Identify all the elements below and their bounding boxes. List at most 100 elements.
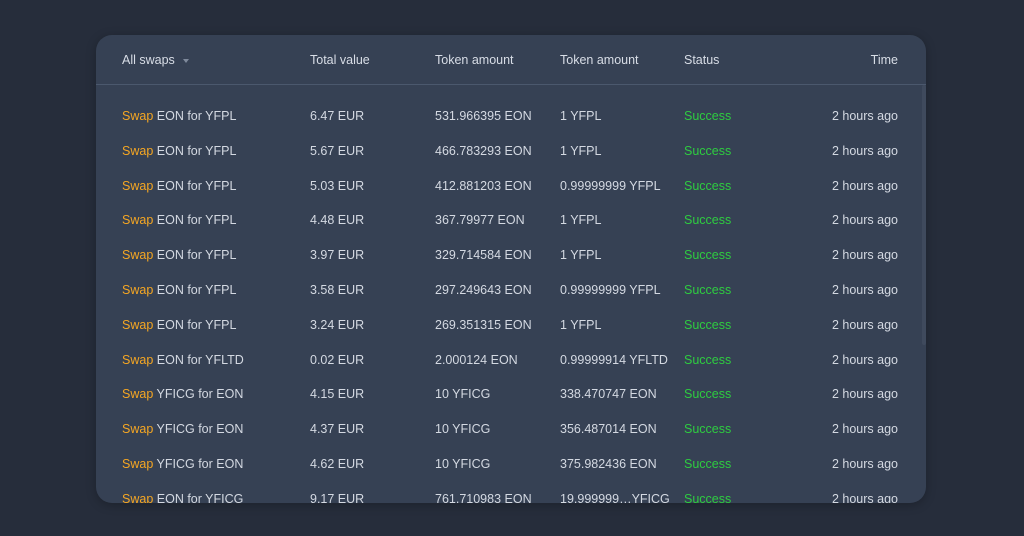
- swap-pair: YFICG for EON: [156, 456, 244, 471]
- table-row[interactable]: Swap EON for YFPL 4.48 EUR 367.79977 EON 1 …: [96, 202, 926, 237]
- status-badge: Success: [684, 109, 732, 123]
- status-badge: Success: [684, 317, 732, 332]
- token-amount-out: 1 YFPL: [560, 317, 602, 332]
- total-value: 3.97 EUR: [310, 248, 365, 263]
- status-badge: Success: [684, 456, 732, 471]
- total-value: 9.17 EUR: [310, 491, 365, 503]
- table-row[interactable]: Swap EON for YFPL 3.58 EUR 297.249643 EON 0…: [96, 272, 926, 307]
- swap-link[interactable]: Swap: [122, 283, 153, 297]
- timestamp: 2 hours ago: [831, 213, 898, 228]
- total-value: 6.47 EUR: [310, 109, 365, 123]
- table-row[interactable]: Swap EON for YFPL 5.03 EUR 412.881203 EON 0…: [96, 168, 926, 203]
- swap-pair: EON for YFPL: [156, 178, 237, 193]
- swap-description[interactable]: Swap YFICG for EON: [122, 387, 243, 401]
- swap-description[interactable]: Swap EON for YFPL: [122, 109, 236, 123]
- total-value: 5.03 EUR: [310, 178, 365, 193]
- swap-link[interactable]: Swap: [122, 248, 153, 262]
- swap-link[interactable]: Swap: [122, 318, 153, 332]
- swap-link[interactable]: Swap: [122, 144, 153, 158]
- token-amount-out: 375.982436 EON: [560, 456, 657, 471]
- table-row[interactable]: Swap YFICG for EON 4.62 EUR 10 YFICG 375.98…: [96, 446, 926, 481]
- token-amount-out: 1 YFPL: [560, 109, 602, 123]
- token-amount-in: 329.714584 EON: [435, 248, 532, 263]
- table-row[interactable]: Swap EON for YFPL 3.97 EUR 329.714584 EON 1…: [96, 237, 926, 272]
- timestamp: 2 hours ago: [831, 387, 898, 402]
- status-badge: Success: [684, 491, 732, 503]
- table-row[interactable]: Swap EON for YFPL 3.24 EUR 269.351315 EON 1…: [96, 307, 926, 342]
- swap-pair: EON for YFPL: [156, 109, 237, 123]
- swap-link[interactable]: Swap: [122, 179, 153, 193]
- swap-description[interactable]: Swap EON for YFICG: [122, 492, 243, 503]
- swap-pair: YFICG for EON: [156, 387, 244, 402]
- table-row[interactable]: Swap EON for YFPL 5.67 EUR 466.783293 EON 1…: [96, 133, 926, 168]
- total-value: 4.48 EUR: [310, 213, 365, 228]
- token-amount-out: 338.470747 EON: [560, 387, 657, 402]
- swap-description[interactable]: Swap EON for YFPL: [122, 179, 236, 193]
- token-amount-out: 0.99999999 YFPL: [560, 178, 661, 193]
- swaps-panel: All swaps Total value Token amount Token…: [96, 35, 926, 503]
- timestamp: 2 hours ago: [831, 143, 898, 158]
- swap-description[interactable]: Swap EON for YFLTD: [122, 353, 244, 367]
- total-value: 5.67 EUR: [310, 143, 365, 158]
- table-row[interactable]: Swap EON for YFPL 6.47 EUR 531.966395 EON 1…: [96, 98, 926, 133]
- header-token-amount-in: Token amount: [435, 53, 514, 67]
- table-row[interactable]: Swap YFICG for EON 4.15 EUR 10 YFICG 338.47…: [96, 376, 926, 411]
- header-total-value: Total value: [310, 53, 370, 67]
- token-amount-out: 0.99999914 YFLTD: [560, 352, 668, 367]
- token-amount-in: 412.881203 EON: [435, 178, 532, 193]
- token-amount-in: 466.783293 EON: [435, 143, 532, 158]
- token-amount-out: 1 YFPL: [560, 248, 602, 263]
- swap-link[interactable]: Swap: [122, 109, 153, 123]
- status-badge: Success: [684, 422, 732, 437]
- swap-pair: EON for YFICG: [156, 491, 244, 503]
- swap-description[interactable]: Swap YFICG for EON: [122, 457, 243, 471]
- swap-link[interactable]: Swap: [122, 492, 153, 503]
- swap-pair: YFICG for EON: [156, 422, 244, 437]
- timestamp: 2 hours ago: [831, 352, 898, 367]
- timestamp: 2 hours ago: [831, 317, 898, 332]
- table-row[interactable]: Swap EON for YFLTD 0.02 EUR 2.000124 EON 0.…: [96, 342, 926, 377]
- table-row[interactable]: Swap YFICG for EON 4.37 EUR 10 YFICG 356.48…: [96, 411, 926, 446]
- timestamp: 2 hours ago: [831, 282, 898, 297]
- swap-pair: EON for YFPL: [156, 213, 237, 228]
- swap-link[interactable]: Swap: [122, 422, 153, 436]
- swap-description[interactable]: Swap EON for YFPL: [122, 283, 236, 297]
- total-value: 4.37 EUR: [310, 422, 365, 437]
- swap-description[interactable]: Swap EON for YFPL: [122, 213, 236, 227]
- total-value: 3.58 EUR: [310, 282, 365, 297]
- scrollbar[interactable]: [922, 85, 926, 345]
- swap-link[interactable]: Swap: [122, 457, 153, 471]
- status-badge: Success: [684, 178, 732, 193]
- swap-description[interactable]: Swap EON for YFPL: [122, 318, 236, 332]
- token-amount-in: 10 YFICG: [435, 456, 491, 471]
- swap-link[interactable]: Swap: [122, 213, 153, 227]
- token-amount-in: 367.79977 EON: [435, 213, 525, 228]
- swaps-list[interactable]: Swap EON for YFPL 6.47 EUR 531.966395 EON 1…: [96, 98, 926, 503]
- swap-filter-dropdown[interactable]: All swaps: [122, 53, 189, 67]
- token-amount-out: 1 YFPL: [560, 143, 602, 158]
- total-value: 4.15 EUR: [310, 387, 365, 402]
- timestamp: 2 hours ago: [831, 248, 898, 263]
- swap-link[interactable]: Swap: [122, 353, 153, 367]
- table-header: All swaps Total value Token amount Token…: [96, 35, 926, 85]
- token-amount-in: 2.000124 EON: [435, 352, 518, 367]
- token-amount-out: 356.487014 EON: [560, 422, 657, 437]
- swap-pair: EON for YFPL: [156, 143, 237, 158]
- caret-down-icon: [182, 58, 189, 63]
- swap-filter-label: All swaps: [122, 53, 175, 67]
- swap-link[interactable]: Swap: [122, 387, 153, 401]
- table-row[interactable]: Swap EON for YFICG 9.17 EUR 761.710983 EON…: [96, 481, 926, 503]
- token-amount-in: 531.966395 EON: [435, 109, 532, 123]
- swap-description[interactable]: Swap EON for YFPL: [122, 144, 236, 158]
- swap-pair: EON for YFPL: [156, 282, 237, 297]
- token-amount-out: 0.99999999 YFPL: [560, 282, 661, 297]
- swap-description[interactable]: Swap YFICG for EON: [122, 422, 243, 436]
- token-amount-in: 269.351315 EON: [435, 317, 532, 332]
- token-amount-out: 1 YFPL: [560, 213, 602, 228]
- swap-pair: EON for YFPL: [156, 317, 237, 332]
- timestamp: 2 hours ago: [831, 491, 898, 503]
- status-badge: Success: [684, 282, 732, 297]
- swap-description[interactable]: Swap EON for YFPL: [122, 248, 236, 262]
- total-value: 0.02 EUR: [310, 352, 365, 367]
- status-badge: Success: [684, 352, 732, 367]
